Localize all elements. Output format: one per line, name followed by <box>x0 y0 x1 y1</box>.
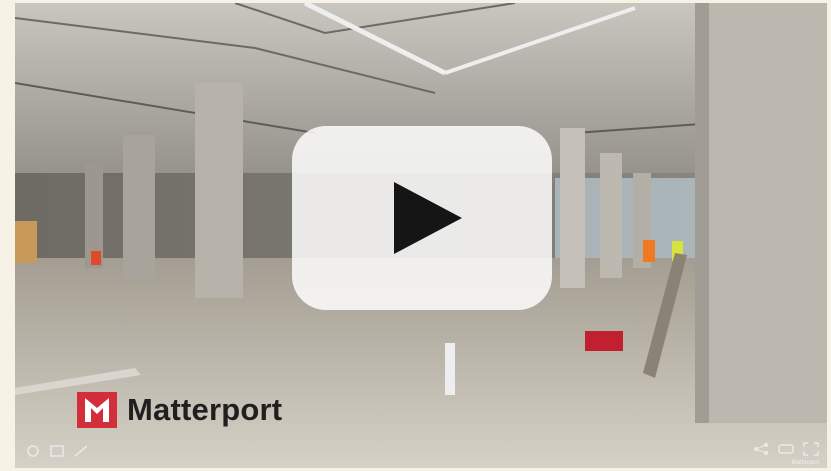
watermark: Matterport <box>791 460 819 466</box>
measure-icon[interactable] <box>73 444 89 458</box>
play-button[interactable] <box>292 126 552 310</box>
video-frame[interactable]: Matterport Matterport <box>15 3 827 468</box>
floorplan-icon[interactable] <box>49 444 65 458</box>
play-icon <box>394 182 462 254</box>
controls-right <box>753 442 819 456</box>
share-icon[interactable] <box>753 442 769 456</box>
walk-icon[interactable] <box>25 444 41 458</box>
matterport-logo: Matterport <box>77 390 282 430</box>
matterport-logo-icon <box>77 392 117 428</box>
controls-left <box>25 444 89 458</box>
fullscreen-icon[interactable] <box>803 442 819 456</box>
brand-name: Matterport <box>127 392 283 427</box>
vr-icon[interactable] <box>778 442 794 456</box>
